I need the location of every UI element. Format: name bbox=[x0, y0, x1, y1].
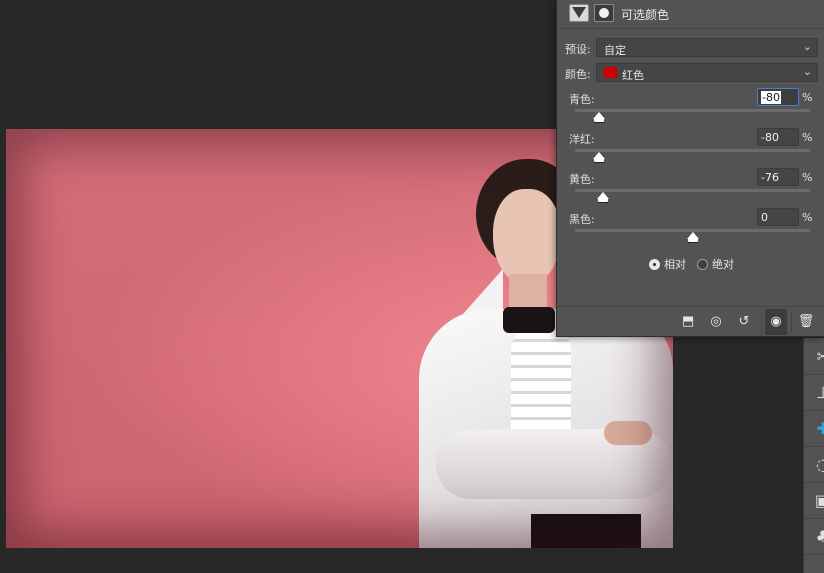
properties-panel: 可选颜色 预设: 自定 ⌄ 颜色: 红色 ⌄ 青色: -80 % 洋红: -80… bbox=[556, 0, 824, 337]
colors-select[interactable]: 红色 ⌄ bbox=[596, 63, 818, 82]
photo-hands bbox=[604, 421, 652, 445]
radio-checked-icon bbox=[649, 258, 660, 270]
color-swatch bbox=[604, 67, 617, 78]
healing-brush-icon: ✚ bbox=[817, 419, 824, 438]
absolute-label: 绝对 bbox=[712, 258, 734, 271]
black-percent: % bbox=[802, 211, 813, 224]
divider bbox=[761, 311, 762, 333]
cyan-label: 青色: bbox=[569, 93, 595, 106]
relative-radio[interactable]: 相对 bbox=[649, 256, 686, 272]
black-slider-thumb[interactable] bbox=[686, 232, 699, 242]
black-input[interactable]: 0 bbox=[757, 208, 799, 226]
cyan-percent: % bbox=[802, 91, 813, 104]
colors-label: 颜色: bbox=[565, 68, 591, 81]
stamp-tool[interactable]: ♣ bbox=[804, 518, 824, 555]
preset-label: 预设: bbox=[565, 43, 591, 56]
photo-skirt bbox=[531, 514, 641, 548]
adjustment-layer-icon[interactable] bbox=[569, 4, 589, 22]
yellow-percent: % bbox=[802, 171, 813, 184]
cyan-input[interactable]: -80 bbox=[757, 88, 799, 106]
magenta-slider-track[interactable] bbox=[575, 149, 810, 152]
divider bbox=[791, 311, 792, 333]
panel-header: 可选颜色 bbox=[557, 0, 824, 29]
colors-value: 红色 bbox=[622, 69, 644, 82]
magenta-input[interactable]: -80 bbox=[757, 128, 799, 146]
delete-button[interactable]: 🗑 bbox=[795, 313, 817, 331]
yellow-label: 黄色: bbox=[569, 173, 595, 186]
clip-to-layer-icon: ⬒ bbox=[681, 314, 695, 329]
stamp-icon: ♣ bbox=[816, 527, 824, 546]
chevron-down-icon: ⌄ bbox=[802, 65, 812, 78]
magenta-percent: % bbox=[802, 131, 813, 144]
relative-label: 相对 bbox=[664, 258, 686, 271]
panel-footer: ⬒ ◎ ↺ ◉ 🗑 bbox=[557, 306, 824, 337]
slice-tool[interactable]: ⊥ bbox=[804, 374, 824, 411]
yellow-slider-track[interactable] bbox=[575, 189, 810, 192]
photo-face bbox=[493, 189, 561, 285]
view-previous-icon: ◎ bbox=[710, 314, 722, 329]
magenta-slider-thumb[interactable] bbox=[592, 152, 605, 162]
magenta-label: 洋红: bbox=[569, 133, 595, 146]
crop-tool[interactable]: ✂ bbox=[804, 338, 824, 375]
absolute-radio[interactable]: 绝对 bbox=[697, 256, 734, 272]
cyan-slider-track[interactable] bbox=[575, 109, 810, 112]
lasso-tool[interactable]: ◌ bbox=[804, 446, 824, 483]
visibility-eye-icon: ◉ bbox=[770, 314, 782, 329]
yellow-slider-thumb[interactable] bbox=[597, 192, 610, 202]
yellow-input[interactable]: -76 bbox=[757, 168, 799, 186]
slice-icon: ⊥ bbox=[816, 383, 824, 402]
trash-icon: 🗑 bbox=[797, 314, 815, 329]
layer-mask-icon[interactable] bbox=[594, 4, 614, 22]
crop-icon: ✂ bbox=[817, 347, 824, 366]
view-previous-button[interactable]: ◎ bbox=[705, 313, 727, 331]
visibility-button[interactable]: ◉ bbox=[765, 309, 787, 335]
clip-to-layer-button[interactable]: ⬒ bbox=[677, 313, 699, 331]
reset-button[interactable]: ↺ bbox=[733, 313, 755, 331]
tools-panel: ✂ ⊥ ✚ ◌ ▣ ♣ bbox=[803, 338, 824, 573]
reset-icon: ↺ bbox=[738, 314, 750, 329]
radio-unchecked-icon bbox=[697, 258, 708, 270]
lasso-icon: ◌ bbox=[816, 455, 824, 474]
panel-title: 可选颜色 bbox=[621, 8, 670, 22]
photo-bowtie bbox=[503, 307, 555, 333]
chevron-down-icon: ⌄ bbox=[802, 40, 812, 53]
black-label: 黑色: bbox=[569, 213, 595, 226]
image-tool[interactable]: ▣ bbox=[804, 482, 824, 519]
cyan-slider-thumb[interactable] bbox=[592, 112, 605, 122]
preset-select[interactable]: 自定 ⌄ bbox=[596, 38, 818, 57]
healing-brush-tool[interactable]: ✚ bbox=[804, 410, 824, 447]
preset-value: 自定 bbox=[604, 44, 626, 57]
image-icon: ▣ bbox=[815, 491, 824, 510]
photo-collar bbox=[463, 269, 503, 314]
